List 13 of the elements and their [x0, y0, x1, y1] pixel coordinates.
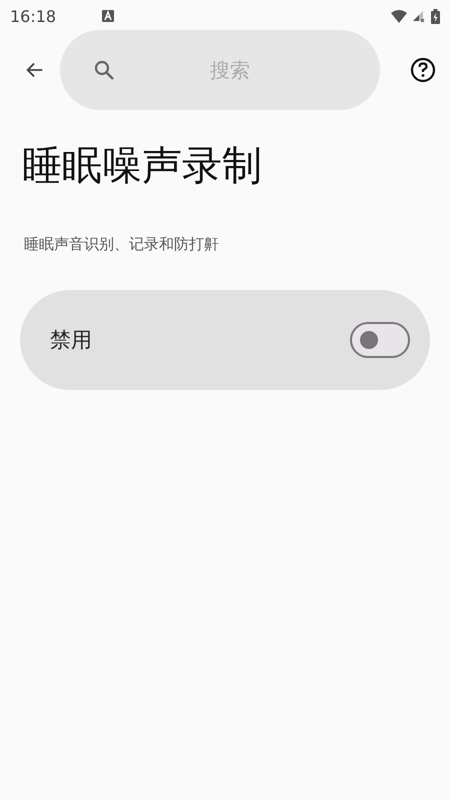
search-field[interactable]: 搜索	[60, 30, 380, 110]
keyboard-icon	[102, 10, 114, 22]
switch-label: 禁用	[50, 327, 92, 354]
page-title: 睡眠噪声录制	[22, 142, 263, 191]
wifi-icon	[391, 10, 407, 22]
search-icon	[92, 58, 116, 82]
help-icon[interactable]	[410, 57, 436, 83]
status-time: 16:18	[10, 6, 56, 26]
signal-icon	[413, 10, 425, 22]
main-switch-bar[interactable]: 禁用	[20, 290, 430, 390]
toggle-switch[interactable]	[350, 322, 410, 358]
page-subtitle: 睡眠声音识别、记录和防打鼾	[24, 235, 220, 254]
battery-icon	[431, 8, 440, 24]
